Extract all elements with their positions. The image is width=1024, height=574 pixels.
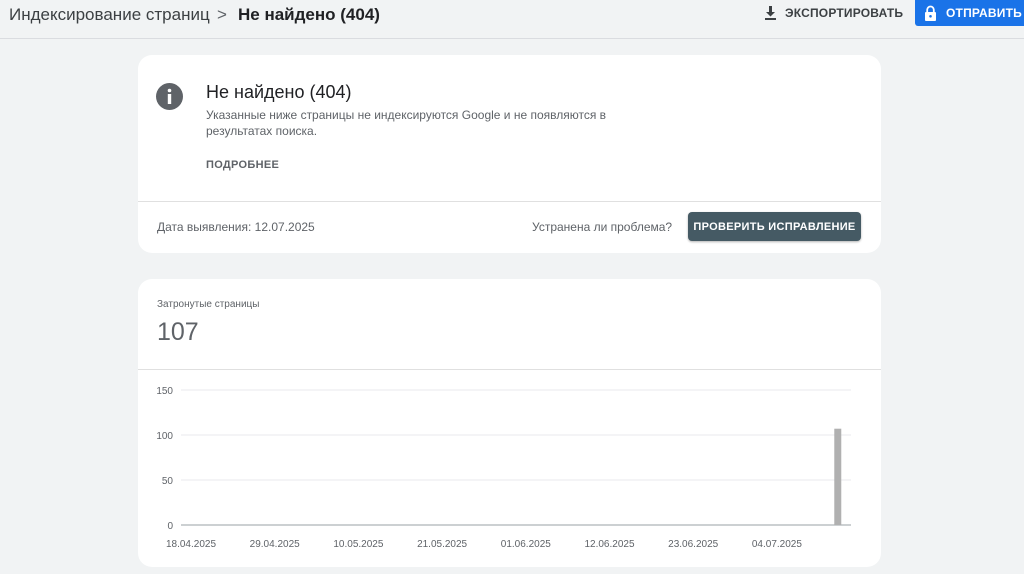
y-tick-label: 0 (167, 521, 173, 532)
x-tick-label: 12.06.2025 (584, 539, 634, 550)
y-tick-label: 50 (162, 476, 174, 487)
export-label: ЭКСПОРТИРОВАТЬ (785, 6, 904, 20)
page-title: Не найдено (404) (238, 5, 380, 24)
affected-pages-chart: 0 50 100 150 18.04.2025 29.04.2025 10.05.2025 2… (156, 386, 851, 550)
x-tick-label: 18.04.2025 (166, 539, 216, 550)
lock-icon (925, 5, 936, 21)
issue-title: Не найдено (404) (206, 82, 352, 102)
submit-label: ОТПРАВИТЬ (946, 6, 1022, 20)
affected-pages-card: Затронутые страницы 107 0 50 100 150 18.04.2… (138, 279, 881, 567)
breadcrumb-root[interactable]: Индексирование страниц (9, 5, 210, 25)
x-tick-label: 21.05.2025 (417, 539, 467, 550)
breadcrumb-separator: > (217, 5, 227, 24)
y-tick-label: 150 (156, 386, 173, 397)
submit-button[interactable]: ОТПРАВИТЬ (915, 0, 1024, 26)
x-tick-label: 29.04.2025 (250, 539, 300, 550)
top-bar: Индексирование страниц > Не найдено (404… (0, 0, 1024, 39)
issue-card: Не найдено (404) Указанные ниже страницы… (138, 55, 881, 253)
issue-description: Указанные ниже страницы не индексируются… (206, 108, 607, 138)
x-tick-label: 23.06.2025 (668, 539, 718, 550)
fixed-question: Устранена ли проблема? (532, 220, 673, 234)
validate-fix-button[interactable]: ПРОВЕРИТЬ ИСПРАВЛЕНИЕ (688, 212, 861, 241)
export-button[interactable]: ЭКСПОРТИРОВАТЬ (764, 0, 903, 26)
detection-date: Дата выявления: 12.07.2025 (157, 220, 315, 234)
info-icon (156, 83, 183, 110)
x-tick-label: 10.05.2025 (333, 539, 383, 550)
divider (138, 201, 881, 202)
x-tick-label: 01.06.2025 (501, 539, 551, 550)
download-icon (765, 6, 776, 20)
learn-more-link[interactable]: ПОДРОБНЕЕ (206, 159, 279, 171)
x-tick-label: 04.07.2025 (752, 539, 802, 550)
chart-bar (834, 428, 842, 525)
y-tick-label: 100 (156, 431, 173, 442)
